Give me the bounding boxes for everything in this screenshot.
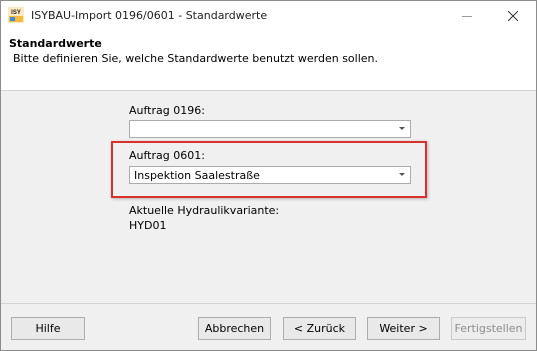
back-button[interactable]: < Zurück bbox=[283, 317, 356, 340]
wizard-header: Standardwerte Bitte definieren Sie, welc… bbox=[1, 31, 536, 91]
window-title: ISYBAU-Import 0196/0601 - Standardwerte bbox=[31, 9, 268, 22]
cancel-button[interactable]: Abbrechen bbox=[198, 317, 271, 340]
page-title: Standardwerte bbox=[9, 37, 102, 50]
chevron-down-icon bbox=[399, 127, 405, 130]
app-icon-letters: ISY bbox=[11, 10, 21, 16]
auftrag0196-label: Auftrag 0196: bbox=[129, 104, 205, 117]
close-button[interactable] bbox=[490, 1, 536, 31]
help-button[interactable]: Hilfe bbox=[11, 317, 85, 340]
auftrag0196-dropdown[interactable] bbox=[129, 120, 411, 138]
next-button[interactable]: Weiter > bbox=[367, 317, 440, 340]
auftrag0601-label: Auftrag 0601: bbox=[129, 149, 205, 162]
close-icon bbox=[508, 11, 518, 21]
auftrag0601-dropdown[interactable]: Inspektion Saalestraße bbox=[129, 166, 411, 184]
chevron-down-icon bbox=[399, 173, 405, 176]
dialog-window: ISY ISYBAU-Import 0196/0601 - Standardwe… bbox=[0, 0, 537, 351]
finish-button[interactable]: Fertigstellen bbox=[451, 317, 526, 340]
title-bar[interactable]: ISY ISYBAU-Import 0196/0601 - Standardwe… bbox=[1, 1, 536, 31]
isybau-app-icon: ISY bbox=[8, 7, 24, 23]
auftrag0601-value: Inspektion Saalestraße bbox=[134, 169, 260, 182]
hydraulik-value: HYD01 bbox=[129, 219, 167, 232]
hydraulik-label: Aktuelle Hydraulikvariante: bbox=[129, 204, 280, 217]
footer-separator bbox=[1, 303, 536, 304]
minimize-button[interactable] bbox=[444, 1, 490, 31]
page-subtitle: Bitte definieren Sie, welche Standardwer… bbox=[13, 52, 379, 65]
